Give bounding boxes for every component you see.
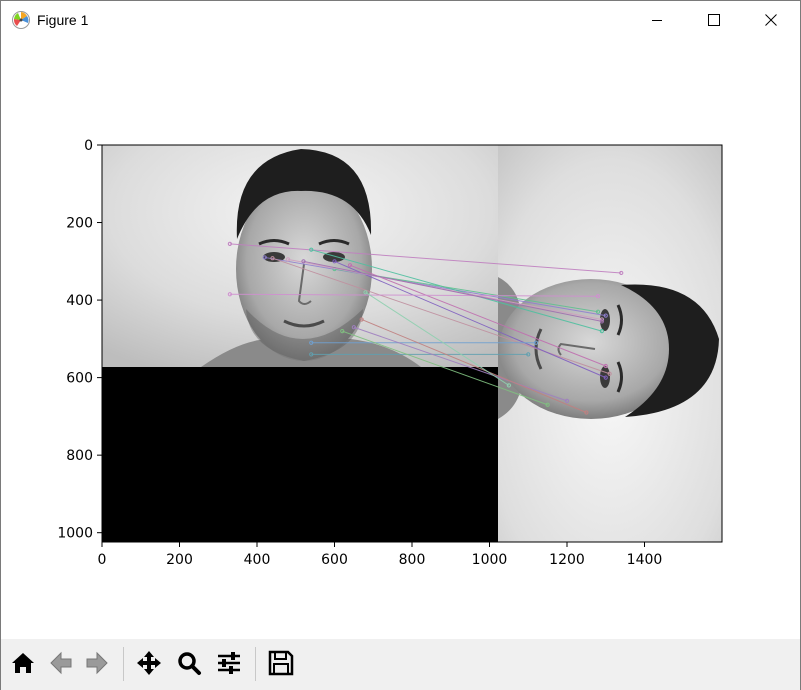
y-axis: 0 200 400 600 800 1000: [57, 138, 102, 542]
save-button[interactable]: [265, 647, 297, 679]
x-tick-label: 1000: [472, 552, 508, 568]
magnifier-icon: [178, 652, 201, 675]
y-tick-label: 600: [66, 371, 93, 387]
navigation-toolbar: [1, 639, 800, 690]
y-tick-label: 400: [66, 293, 93, 309]
maximize-button[interactable]: [685, 1, 743, 39]
window-title: Figure 1: [37, 12, 89, 28]
x-tick-label: 400: [244, 552, 271, 568]
arrow-left-icon: [50, 651, 72, 675]
pan-button[interactable]: [133, 647, 165, 679]
x-tick-label: 200: [166, 552, 193, 568]
x-axis: 0 200 400 600 800 1000 1200 1400: [98, 542, 663, 568]
minimize-icon: [652, 20, 662, 21]
x-tick-label: 0: [98, 552, 107, 568]
y-tick-label: 1000: [57, 526, 93, 542]
forward-button[interactable]: [81, 647, 113, 679]
title-bar[interactable]: Figure 1: [1, 1, 800, 39]
home-icon: [12, 653, 34, 673]
matched-image: [102, 145, 722, 542]
toolbar-separator: [123, 647, 124, 681]
y-tick-label: 200: [66, 216, 93, 232]
arrow-right-icon: [86, 651, 108, 675]
y-tick-label: 0: [84, 138, 93, 154]
configure-subplots-button[interactable]: [213, 647, 245, 679]
left-image-padding: [102, 367, 498, 542]
floppy-disk-icon: [268, 650, 294, 676]
x-tick-label: 800: [399, 552, 426, 568]
y-tick-label: 800: [66, 448, 93, 464]
zoom-button[interactable]: [173, 647, 205, 679]
move-icon: [137, 651, 161, 675]
home-button[interactable]: [7, 647, 39, 679]
figure-canvas[interactable]: 0 200 400 600 800 1000 1200 1400 0 200 400 600 800 1…: [1, 39, 800, 639]
x-tick-label: 1400: [627, 552, 663, 568]
figure-window: Figure 1 0 200 400 600 800 1000 1200 140…: [0, 0, 801, 690]
matplotlib-icon: [11, 10, 31, 30]
sliders-icon: [218, 652, 240, 674]
x-tick-label: 600: [321, 552, 348, 568]
back-button[interactable]: [45, 647, 77, 679]
plot-axes[interactable]: 0 200 400 600 800 1000 1200 1400 0 200 400 600 800 1…: [1, 39, 800, 639]
minimize-button[interactable]: [628, 1, 686, 39]
close-button[interactable]: [742, 1, 800, 39]
x-tick-label: 1200: [549, 552, 585, 568]
close-icon: [765, 14, 777, 26]
toolbar-separator: [255, 647, 256, 681]
maximize-icon: [708, 14, 720, 26]
right-photo-rotated-face: [498, 277, 719, 419]
